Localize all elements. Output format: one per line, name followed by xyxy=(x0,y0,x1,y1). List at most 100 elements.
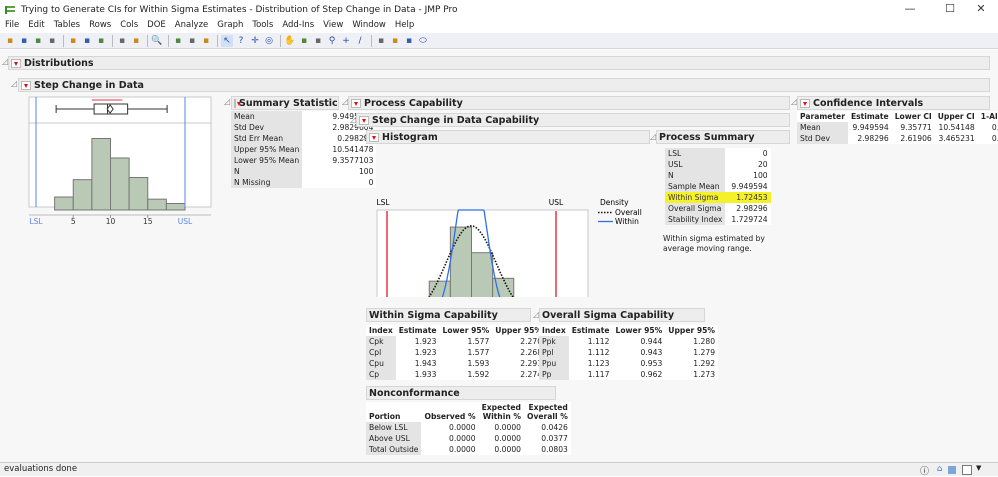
row-label: Std Err Mean xyxy=(231,133,303,144)
red-triangle-menu-icon[interactable] xyxy=(800,98,810,108)
menu-doe[interactable]: DOE xyxy=(142,19,170,33)
red-triangle-menu-icon[interactable] xyxy=(359,115,369,125)
cell-value: 10.541478 xyxy=(332,145,374,154)
cell-value: 1.593 xyxy=(467,359,490,368)
cell-value: 0.950 xyxy=(991,123,998,132)
row-label: Ppl xyxy=(539,347,569,358)
cell-value: 1.933 xyxy=(414,370,437,379)
arrow-icon[interactable]: ↖ xyxy=(221,34,233,47)
hand-icon[interactable]: ✋ xyxy=(284,35,296,47)
menu-addins[interactable]: Add-Ins xyxy=(277,19,318,33)
menu-tables[interactable]: Tables xyxy=(49,19,84,33)
cut-icon[interactable]: ▪ xyxy=(67,35,79,47)
nonconformance-header[interactable]: Nonconformance xyxy=(366,386,556,400)
save-icon[interactable]: ▪ xyxy=(46,35,58,47)
minimize-button[interactable]: — xyxy=(895,2,925,15)
window-list-icon[interactable] xyxy=(948,466,956,474)
ellipse-icon[interactable]: ⬭ xyxy=(417,35,429,47)
menu-graph[interactable]: Graph xyxy=(212,19,247,33)
menu-rows[interactable]: Rows xyxy=(84,19,115,33)
process-capability-header[interactable]: Process Capability xyxy=(348,96,790,110)
annotate-icon[interactable]: ▪ xyxy=(375,35,387,47)
menu-view[interactable]: View xyxy=(318,19,347,33)
legend-title: Density xyxy=(600,198,629,207)
header-row: Portion Observed % Expected Within % Expecte… xyxy=(366,402,571,422)
open-icon[interactable]: ▪ xyxy=(32,35,44,47)
magnifier-icon[interactable]: ⚲ xyxy=(326,35,338,47)
overall-sigma-capability-header[interactable]: Overall Sigma Capability xyxy=(539,308,705,322)
plus-icon[interactable]: + xyxy=(340,35,352,47)
menu-file[interactable]: File xyxy=(0,19,23,33)
histogram-header[interactable]: Histogram xyxy=(366,130,650,144)
row-label: Mean xyxy=(231,111,303,122)
column-header-line1: Expected xyxy=(481,403,521,412)
cell-value: 2.274 xyxy=(520,370,543,379)
red-triangle-menu-icon[interactable] xyxy=(21,80,31,90)
process-summary-header[interactable]: Process Summary xyxy=(656,130,790,144)
new-script-icon[interactable]: ▪ xyxy=(18,35,30,47)
close-button[interactable]: ✕ xyxy=(966,2,996,15)
menu-help[interactable]: Help xyxy=(390,19,418,33)
data-table: Parameter Estimate Lower CI Upper CI 1-Alpha… xyxy=(797,111,998,144)
paste-icon[interactable]: ▪ xyxy=(95,35,107,47)
red-triangle-menu-icon[interactable] xyxy=(234,98,241,108)
toolbar-separator xyxy=(371,34,372,47)
row-label: Cp xyxy=(366,369,396,380)
cell-value: 0.944 xyxy=(640,337,663,346)
cell-value: 0.950 xyxy=(991,134,998,143)
maximize-button[interactable]: ☐ xyxy=(935,2,965,15)
crosshair-icon[interactable]: ✛ xyxy=(249,35,261,47)
show-log-icon[interactable]: ▪ xyxy=(116,35,128,47)
new-data-table-icon[interactable]: ▪ xyxy=(4,35,16,47)
polygon-icon[interactable]: ▪ xyxy=(403,35,415,47)
copy-icon[interactable]: ▪ xyxy=(81,35,93,47)
lasso-icon[interactable]: ▪ xyxy=(312,35,324,47)
brush-icon[interactable]: ▪ xyxy=(298,35,310,47)
column-header: Upper CI xyxy=(937,112,975,121)
row-label: N xyxy=(665,170,726,181)
menu-analyze[interactable]: Analyze xyxy=(170,19,213,33)
within-sigma-capability-header[interactable]: Within Sigma Capability xyxy=(366,308,531,322)
cell-value: 1.279 xyxy=(693,348,716,357)
add-table-icon[interactable]: ▪ xyxy=(200,35,212,47)
menu-cols[interactable]: Cols xyxy=(115,19,142,33)
menu-window[interactable]: Window xyxy=(347,19,390,33)
red-triangle-menu-icon[interactable] xyxy=(351,98,361,108)
column-header: 1-Alpha xyxy=(980,112,998,121)
variable-capability-header[interactable]: Step Change in Data Capability xyxy=(356,113,790,127)
rect-icon[interactable]: ▪ xyxy=(389,35,401,47)
red-triangle-menu-icon[interactable] xyxy=(11,58,21,68)
confidence-intervals-header[interactable]: Confidence Intervals xyxy=(797,96,990,110)
header-title: Summary Statistics xyxy=(239,97,339,109)
header-title: Confidence Intervals xyxy=(813,97,924,109)
disclosure-icon[interactable]: ◿ xyxy=(224,97,230,106)
report-icon[interactable]: ▪ xyxy=(172,35,184,47)
disclosure-icon[interactable]: ◿ xyxy=(11,79,17,88)
chevron-down-icon[interactable]: ▼ xyxy=(976,464,981,472)
cell-value: 0.943 xyxy=(640,348,663,357)
row-label: Cpu xyxy=(366,358,396,369)
menu-edit[interactable]: Edit xyxy=(23,19,48,33)
line-icon[interactable]: / xyxy=(354,35,366,47)
summary-statistics-header[interactable]: Summary Statistics xyxy=(231,96,339,110)
red-triangle-menu-icon[interactable] xyxy=(369,132,379,142)
cell-value: 0.0803 xyxy=(541,445,568,454)
usl-label: USL xyxy=(549,198,564,207)
binoculars-icon[interactable]: ▪ xyxy=(186,35,198,47)
row-label: Lower 95% Mean xyxy=(231,155,303,166)
cell-value: 1.943 xyxy=(414,359,437,368)
row-label: LSL xyxy=(665,148,726,159)
home-icon[interactable]: ⌂ xyxy=(937,464,942,474)
target-icon[interactable]: ◎ xyxy=(263,35,275,47)
search-icon[interactable]: 🔍 xyxy=(151,35,163,47)
distributions-header[interactable]: Distributions xyxy=(8,56,990,70)
lock-icon[interactable]: ▪ xyxy=(130,35,142,47)
row-label: Ppu xyxy=(539,358,569,369)
cell-value: 0.0000 xyxy=(494,434,521,443)
table-row: Upper 95% Mean 10.541478 xyxy=(231,144,376,155)
window-select-icon[interactable] xyxy=(962,465,972,475)
variable-header[interactable]: Step Change in Data xyxy=(18,78,990,92)
help-icon[interactable]: ? xyxy=(235,35,247,47)
menu-tools[interactable]: Tools xyxy=(247,19,277,33)
info-icon[interactable]: ⓘ xyxy=(920,464,929,477)
